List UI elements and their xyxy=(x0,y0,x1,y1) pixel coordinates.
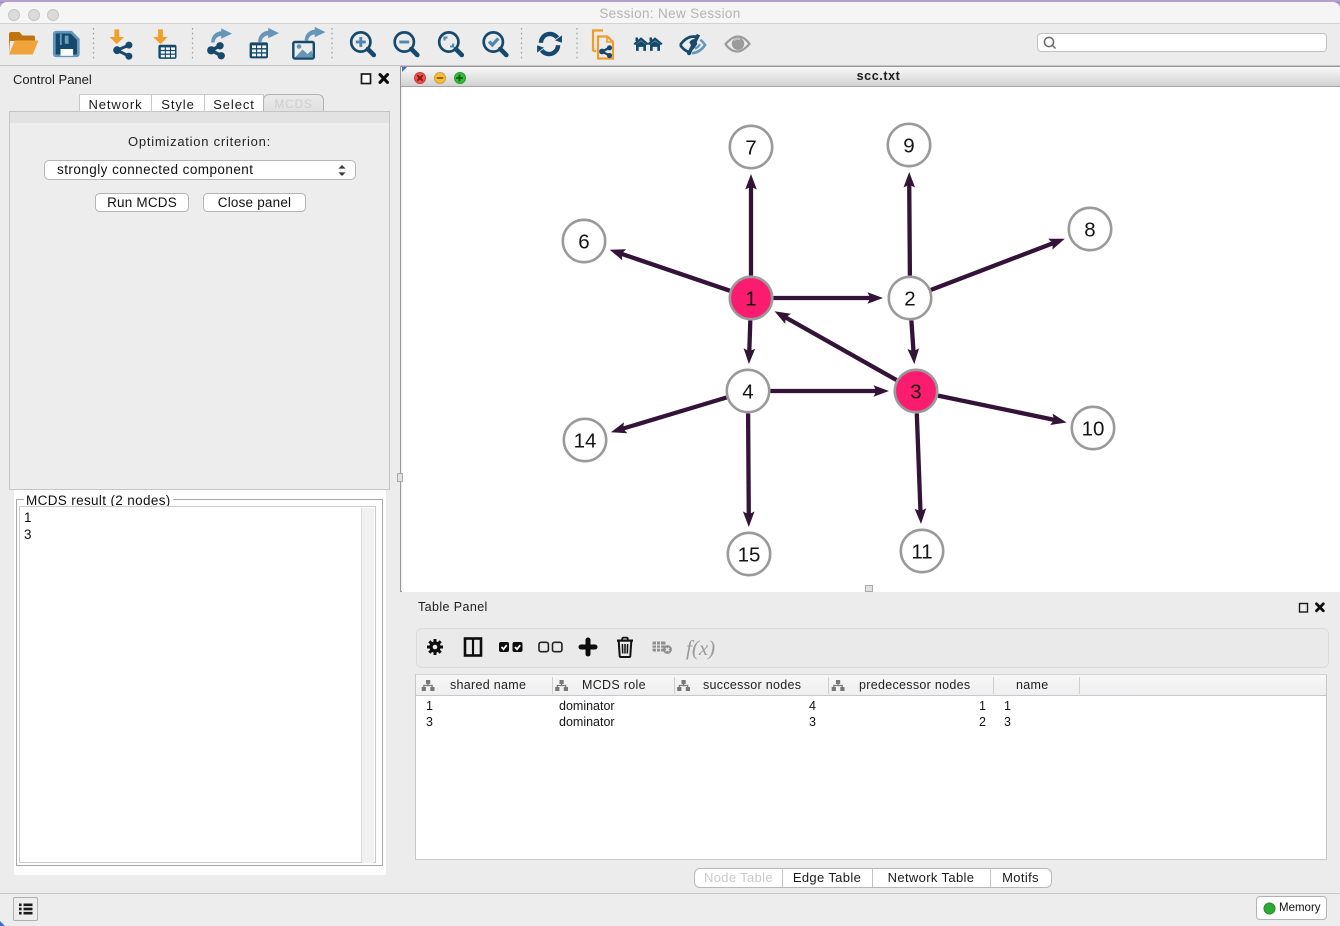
svg-text:9: 9 xyxy=(903,134,914,157)
svg-text:10: 10 xyxy=(1082,417,1105,440)
svg-text:6: 6 xyxy=(578,230,589,253)
svg-text:2: 2 xyxy=(904,287,915,310)
svg-text:14: 14 xyxy=(574,429,597,452)
svg-text:11: 11 xyxy=(911,540,932,563)
svg-text:4: 4 xyxy=(742,380,753,403)
svg-text:1: 1 xyxy=(745,287,756,310)
svg-text:f(x): f(x) xyxy=(686,636,715,660)
svg-text:7: 7 xyxy=(745,136,756,159)
svg-text:3: 3 xyxy=(910,380,921,403)
svg-text:15: 15 xyxy=(738,543,761,566)
svg-text:8: 8 xyxy=(1084,218,1095,241)
